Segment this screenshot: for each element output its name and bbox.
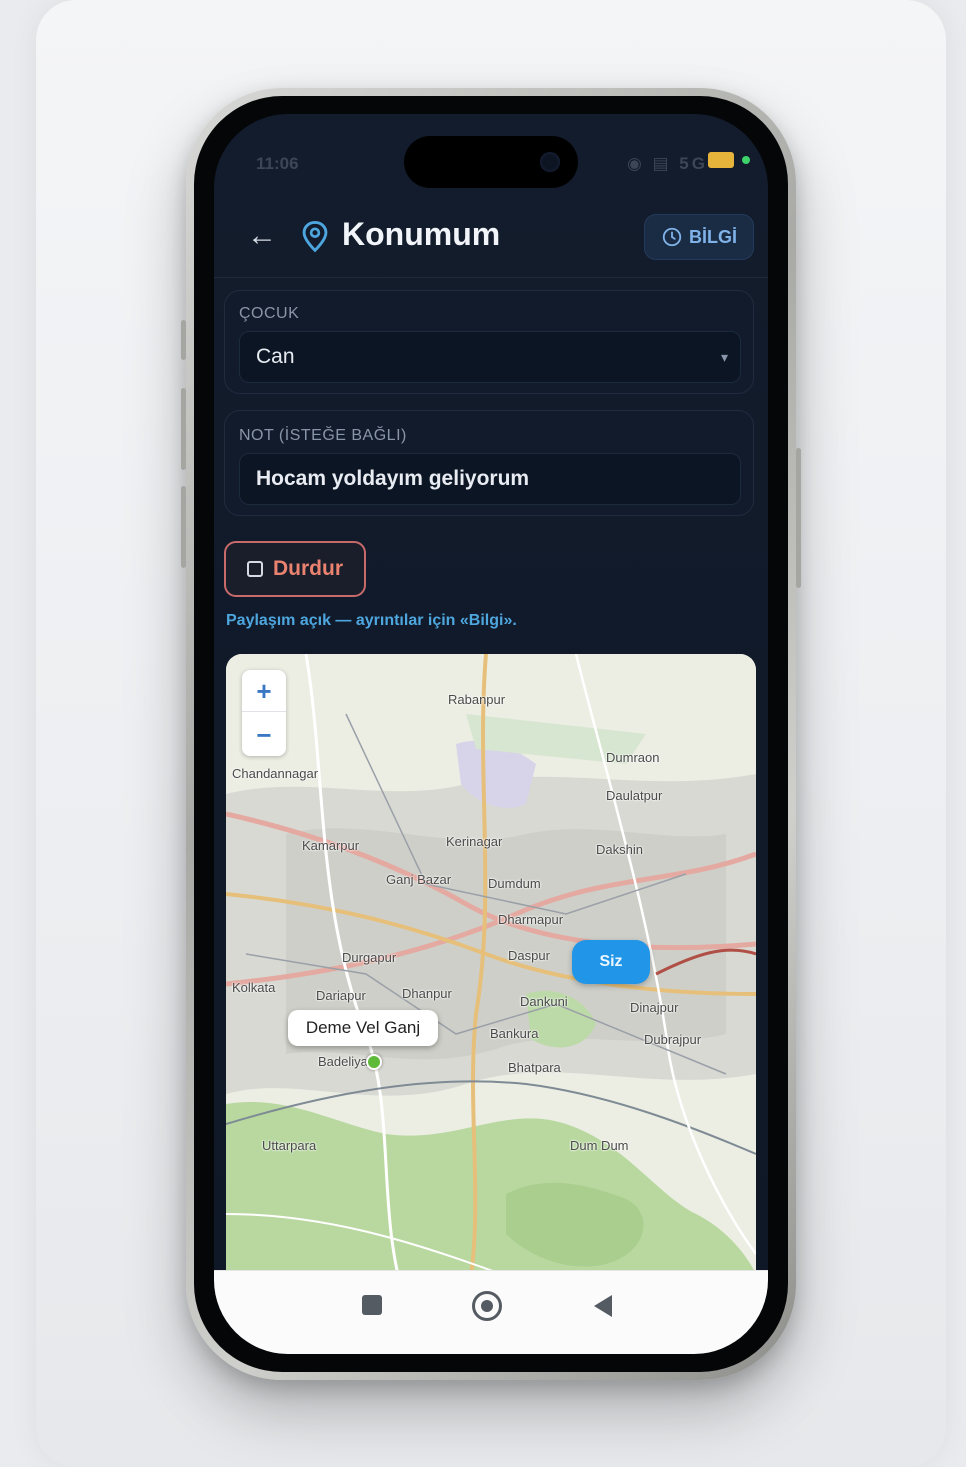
map-label: Dankuni bbox=[520, 994, 568, 1009]
recent-apps-icon[interactable] bbox=[362, 1295, 382, 1315]
back-button[interactable]: ← bbox=[244, 218, 280, 254]
status-time: 11:06 bbox=[256, 154, 299, 173]
map-label: Daspur bbox=[508, 948, 550, 963]
map-label: Dumraon bbox=[606, 750, 660, 765]
map-label: Badeliya bbox=[318, 1054, 368, 1069]
map-label: Kamarpur bbox=[302, 838, 360, 853]
map-tiles bbox=[226, 654, 756, 1304]
child-select[interactable]: Can ▾ bbox=[239, 331, 741, 383]
zoom-in-button[interactable]: + bbox=[242, 670, 286, 712]
map-label: Chandannagar bbox=[232, 766, 319, 781]
privacy-indicator-icon bbox=[742, 156, 750, 164]
sharing-hint: Paylaşım açık — ayrıntılar için «Bilgi». bbox=[226, 612, 517, 629]
map-label: Uttarpara bbox=[262, 1138, 317, 1153]
map-label: Dhanpur bbox=[402, 986, 452, 1001]
power-button bbox=[796, 448, 801, 588]
map-label: Dakshin bbox=[596, 842, 643, 857]
map-label: Kolkata bbox=[232, 980, 276, 995]
app-header: ← Konumum BİLGİ bbox=[214, 198, 768, 278]
info-button[interactable]: BİLGİ bbox=[644, 214, 754, 260]
phone-frame: 11:06 ◉ ▤ 5G ← Konumum BİLGİ ÇOCUK Can ▾… bbox=[181, 88, 801, 1380]
map-label: Bhatpara bbox=[508, 1060, 561, 1075]
map-label: Ganj Bazar bbox=[386, 872, 452, 887]
mute-switch bbox=[181, 320, 186, 360]
map-label: Bankura bbox=[490, 1026, 539, 1041]
map-pin-icon bbox=[302, 220, 328, 253]
map-label: Durgapur bbox=[342, 950, 397, 965]
system-nav-bar bbox=[214, 1270, 768, 1354]
volume-down-button bbox=[181, 486, 186, 568]
info-button-label: BİLGİ bbox=[689, 226, 737, 247]
note-input-value: Hocam yoldayım geliyorum bbox=[256, 467, 530, 490]
stop-sharing-button[interactable]: Durdur bbox=[224, 541, 366, 597]
map-view[interactable]: Rabanpur Daulatpur Kamarpur Kerinagar Da… bbox=[226, 654, 756, 1304]
map-label: Daulatpur bbox=[606, 788, 663, 803]
child-select-card: ÇOCUK Can ▾ bbox=[224, 290, 754, 394]
note-label: NOT (İSTEĞE BAĞLI) bbox=[239, 427, 407, 444]
map-zoom-control: + − bbox=[242, 670, 286, 756]
zoom-out-button[interactable]: − bbox=[242, 714, 286, 756]
phone-screen: 11:06 ◉ ▤ 5G ← Konumum BİLGİ ÇOCUK Can ▾… bbox=[214, 114, 768, 1354]
phone-bezel: 11:06 ◉ ▤ 5G ← Konumum BİLGİ ÇOCUK Can ▾… bbox=[194, 96, 788, 1372]
map-label: Dinajpur bbox=[630, 1000, 679, 1015]
map-label: Dharmapur bbox=[498, 912, 564, 927]
camera-icon bbox=[540, 152, 560, 172]
map-label: Dariapur bbox=[316, 988, 366, 1003]
dynamic-island bbox=[404, 136, 578, 188]
child-select-label: ÇOCUK bbox=[239, 305, 300, 322]
back-triangle-icon[interactable] bbox=[594, 1295, 612, 1317]
page-title: Konumum bbox=[342, 216, 501, 252]
map-label: Kerinagar bbox=[446, 834, 503, 849]
map-label: Rabanpur bbox=[448, 692, 506, 707]
location-marker-icon[interactable] bbox=[366, 1054, 382, 1070]
map-label: Dubrajpur bbox=[644, 1032, 702, 1047]
note-input[interactable]: Hocam yoldayım geliyorum bbox=[239, 453, 741, 505]
volume-up-button bbox=[181, 388, 186, 470]
arrow-left-icon: ← bbox=[247, 219, 277, 252]
chevron-down-icon: ▾ bbox=[720, 349, 728, 365]
battery-icon bbox=[708, 152, 734, 168]
home-icon[interactable] bbox=[472, 1291, 502, 1321]
status-icons: ◉ ▤ 5G bbox=[626, 154, 708, 173]
map-label: Dum Dum bbox=[570, 1138, 629, 1153]
clock-info-icon bbox=[662, 227, 682, 247]
note-card: NOT (İSTEĞE BAĞLI) Hocam yoldayım geliyo… bbox=[224, 410, 754, 516]
child-select-value: Can bbox=[256, 345, 295, 368]
square-icon bbox=[247, 561, 263, 577]
stop-button-label: Durdur bbox=[273, 557, 343, 580]
current-location-badge[interactable]: Siz bbox=[572, 940, 650, 984]
map-label: Dumdum bbox=[488, 876, 541, 891]
map-callout[interactable]: Deme Vel Ganj bbox=[288, 1010, 438, 1046]
